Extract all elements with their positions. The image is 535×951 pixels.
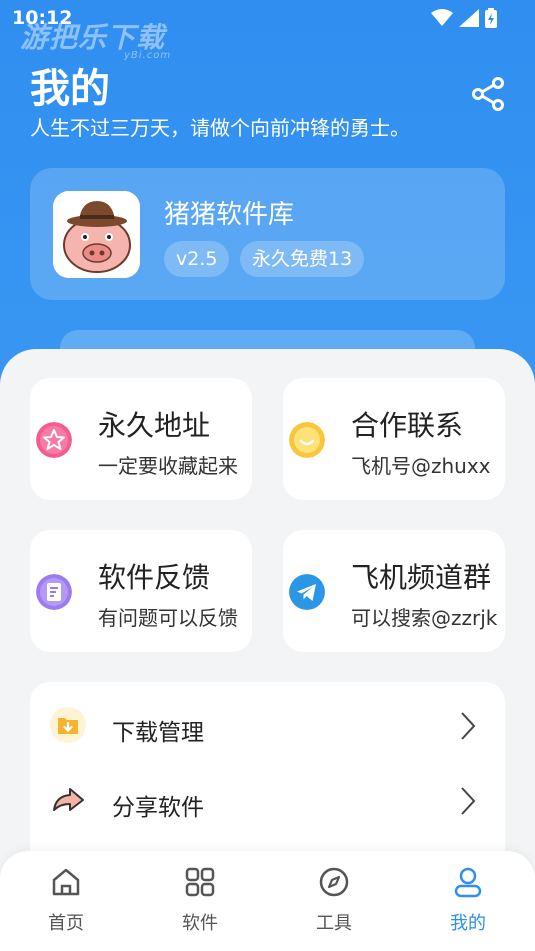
wifi-icon [431,9,453,26]
tab-tools[interactable]: 工具 [284,865,384,945]
tile-cooperation[interactable]: 合作联系 飞机号@zhuxx [283,378,505,500]
tile-title: 飞机频道群 [351,561,492,594]
app-name: 猪猪软件库 [164,200,295,230]
watermark-logo: 游把乐下载 yBi.com [20,21,172,61]
status-icons [431,8,497,28]
chevron-right-icon [461,787,476,815]
license-badge: 永久免费13 [240,241,365,277]
tile-desc: 一定要收藏起来 [98,454,238,478]
tab-label: 首页 [48,913,84,934]
share-arrow-icon [53,788,84,811]
tab-label: 工具 [316,913,352,934]
page-subtitle: 人生不过三万天，请做个向前冲锋的勇士。 [30,116,410,140]
tab-home[interactable]: 首页 [16,865,116,945]
tile-telegram-channel[interactable]: 飞机频道群 可以搜索@zzrjk [283,530,505,652]
page-title: 我的 [30,66,110,112]
tile-title: 永久地址 [98,409,211,442]
compass-icon [319,867,349,897]
smile-icon [289,422,325,458]
version-badge: v2.5 [164,241,230,277]
tile-desc: 飞机号@zhuxx [351,454,491,478]
list-item-label: 下载管理 [112,720,204,746]
download-folder-icon [50,707,86,743]
home-icon [52,868,80,896]
share-icon[interactable] [470,76,506,112]
bottom-tab-bar: 首页 软件 工具 我的 [0,851,535,951]
feedback-icon [36,574,72,610]
tile-permanent-address[interactable]: 永久地址 一定要收藏起来 [30,378,252,500]
app-logo [53,191,140,278]
tile-desc: 可以搜索@zzrjk [351,606,498,630]
star-icon [36,422,72,458]
tile-desc: 有问题可以反馈 [98,606,238,630]
signal-icon [459,9,479,27]
tile-title: 软件反馈 [98,561,211,594]
telegram-icon [289,574,325,610]
tab-label: 软件 [182,913,218,934]
tile-feedback[interactable]: 软件反馈 有问题可以反馈 [30,530,252,652]
tab-mine[interactable]: 我的 [418,865,518,945]
tab-label: 我的 [450,913,486,934]
list-item-label: 分享软件 [112,795,204,821]
user-icon [454,867,482,898]
battery-icon [485,8,497,28]
chevron-right-icon [461,712,476,740]
app-info-card[interactable]: 猪猪软件库 v2.5 永久免费13 [30,168,505,300]
tile-title: 合作联系 [351,409,464,442]
list-item-share-app[interactable]: 分享软件 [30,764,505,836]
grid-icon [185,867,215,897]
list-item-download-manager[interactable]: 下载管理 [30,689,505,761]
tab-software[interactable]: 软件 [150,865,250,945]
